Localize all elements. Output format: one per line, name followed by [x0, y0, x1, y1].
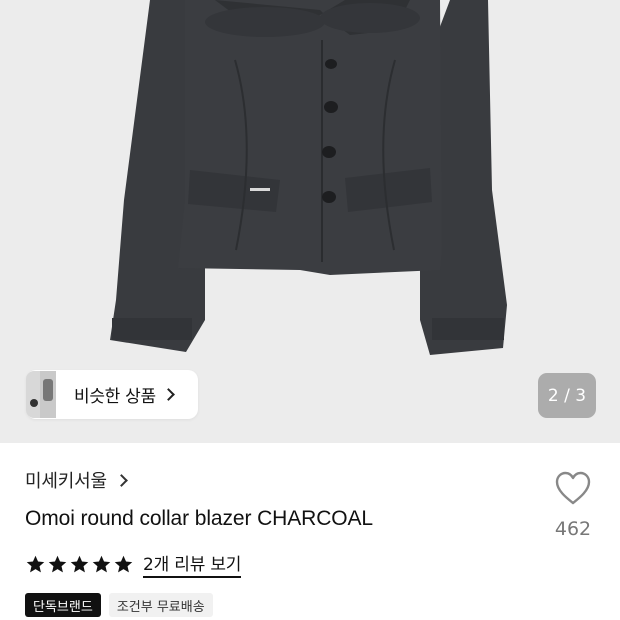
- view-reviews-link[interactable]: 2개 리뷰 보기: [143, 550, 241, 578]
- chevron-right-icon: [114, 473, 128, 487]
- image-page-indicator: 2 / 3: [538, 373, 596, 418]
- free-shipping-badge: 조건부 무료배송: [108, 593, 213, 617]
- star-filled-icon: [70, 555, 89, 572]
- similar-products-button[interactable]: 비슷한 상품: [26, 370, 198, 419]
- product-badges: 단독브랜드 조건부 무료배송: [25, 593, 213, 617]
- like-count: 462: [554, 518, 592, 540]
- product-image-gallery[interactable]: 비슷한 상품 2 / 3: [0, 0, 620, 443]
- star-filled-icon: [26, 555, 45, 572]
- rating-stars: [25, 554, 134, 575]
- product-info: 미세키서울 Omoi round collar blazer CHARCOAL …: [0, 443, 620, 620]
- heart-outline-icon: [555, 471, 591, 505]
- similar-thumb-2: [40, 371, 56, 418]
- exclusive-brand-badge: 단독브랜드: [25, 593, 101, 617]
- product-title: Omoi round collar blazer CHARCOAL: [25, 507, 373, 530]
- like-button[interactable]: 462: [550, 471, 596, 547]
- star-filled-icon: [92, 555, 111, 572]
- brand-name: 미세키서울: [25, 471, 107, 492]
- star-filled-icon: [114, 555, 133, 572]
- chevron-right-icon: [161, 388, 175, 401]
- star-filled-icon: [48, 555, 67, 572]
- similar-products-label: 비슷한 상품: [74, 387, 156, 407]
- rating-row: 2개 리뷰 보기: [25, 550, 241, 578]
- similar-product-thumbnails: [26, 371, 56, 418]
- brand-link[interactable]: 미세키서울: [25, 467, 128, 493]
